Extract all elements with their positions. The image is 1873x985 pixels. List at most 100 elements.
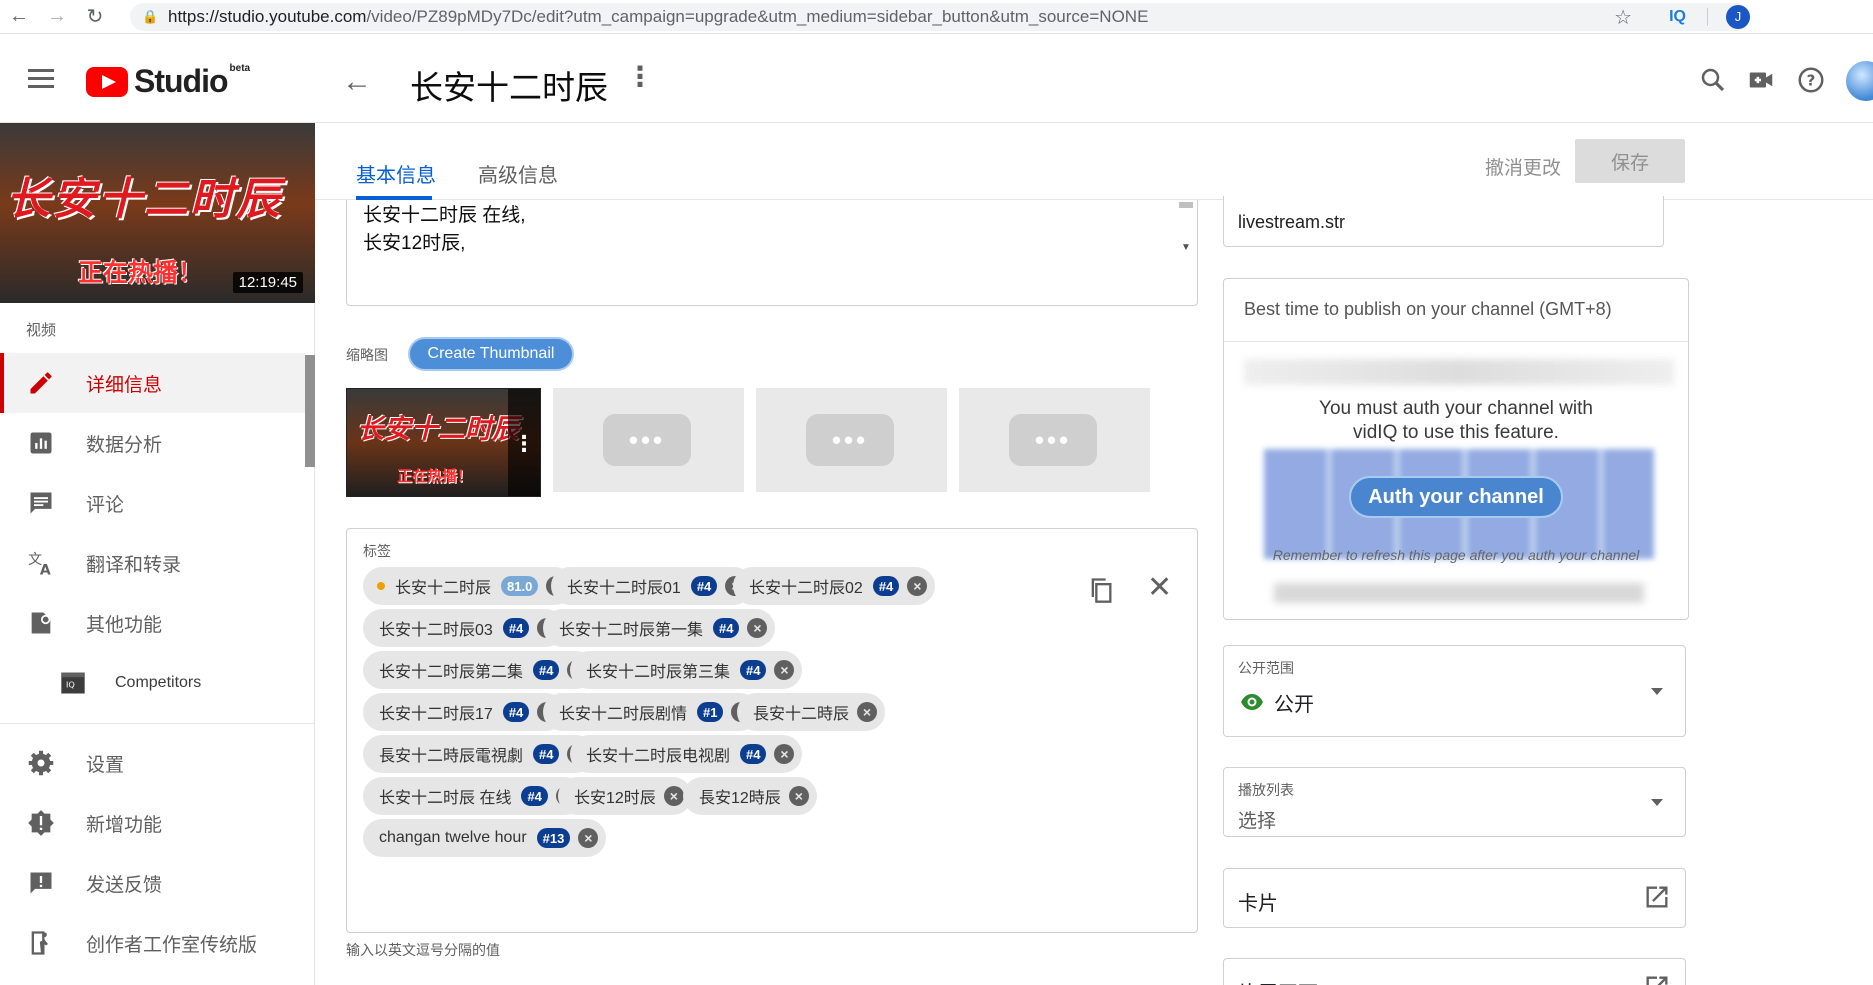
thumbnail-option[interactable]: ••• — [756, 388, 947, 492]
eye-icon — [1240, 690, 1264, 714]
dropdown-caret-icon — [1651, 688, 1663, 695]
svg-text:?: ? — [1807, 72, 1816, 90]
playlist-select[interactable]: 播放列表 选择 — [1223, 767, 1686, 837]
tag-chip[interactable]: 长安十二时辰81.0× — [363, 567, 575, 605]
sidebar-item-competitors[interactable]: IQ Competitors — [0, 653, 305, 713]
remove-tag-icon[interactable]: × — [663, 786, 684, 806]
cards-row[interactable]: 卡片 — [1223, 868, 1686, 928]
profile-avatar[interactable]: J — [1726, 4, 1750, 29]
save-button[interactable]: 保存 — [1575, 139, 1685, 183]
classic-studio-icon — [26, 928, 56, 958]
reload-icon[interactable]: ↻ — [76, 0, 114, 34]
description-scrollbar[interactable]: ▼ — [1179, 200, 1193, 260]
remove-tag-icon[interactable]: × — [907, 576, 928, 596]
tag-chip[interactable]: 长安十二时辰02 #4 × — [733, 567, 936, 605]
sidebar-item-extras[interactable]: 其他功能 — [0, 593, 305, 653]
tab-basic-info[interactable]: 基本信息 — [356, 159, 436, 188]
tag-chip[interactable]: 长安12时辰 × — [558, 777, 692, 815]
video-thumbnail[interactable]: 长安十二时辰 正在热播！ 12:19:45 — [0, 123, 315, 303]
description-textarea[interactable]: 长安十二时辰 在线, 长安12时辰, ▼ — [346, 200, 1198, 306]
back-arrow-icon[interactable]: ← — [342, 65, 372, 99]
tag-chip[interactable]: 长安十二时辰第三集 #4 × — [570, 651, 803, 689]
bookmark-star-icon[interactable]: ☆ — [1614, 5, 1632, 30]
tag-text: 长安十二时辰第一集 — [559, 622, 704, 639]
create-video-icon[interactable] — [1746, 65, 1776, 95]
tag-chip[interactable]: 长安十二时辰01#4× — [551, 567, 754, 605]
visibility-value: 公开 — [1274, 694, 1314, 716]
sidebar-item-details[interactable]: 详细信息 — [0, 353, 305, 413]
sidebar-item-label: 翻译和转录 — [86, 554, 182, 576]
tag-chip[interactable]: 长安十二时辰第二集#4× — [363, 651, 596, 689]
sidebar-item-label: 其他功能 — [86, 614, 163, 636]
channel-avatar[interactable] — [1846, 61, 1873, 101]
tags-input[interactable]: 标签 ✕ 长安十二时辰81.0×长安十二时辰01#4×长安十二时辰02#4×长安… — [346, 528, 1198, 933]
more-options-icon[interactable]: ⋮ — [626, 63, 654, 91]
copy-tags-icon[interactable] — [1087, 575, 1115, 605]
cards-label: 卡片 — [1238, 893, 1278, 915]
sidebar-item-comments[interactable]: 评论 — [0, 473, 305, 533]
sidebar-item-settings[interactable]: 设置 — [0, 733, 305, 793]
url-text: https://studio.youtube.com/video/PZ89pMD… — [168, 6, 1149, 26]
thumbnail-option[interactable]: ••• — [553, 388, 744, 492]
create-thumbnail-button[interactable]: Create Thumbnail — [408, 337, 574, 371]
sidebar-item-analytics[interactable]: 数据分析 — [0, 413, 305, 473]
tab-advanced[interactable]: 高级信息 — [478, 159, 558, 188]
sidebar-item-classic-studio[interactable]: 创作者工作室传统版 — [0, 913, 305, 973]
scroll-down-icon[interactable]: ▼ — [1181, 242, 1191, 253]
remove-tag-icon[interactable]: × — [578, 828, 599, 848]
thumbnail-options-icon[interactable]: ⋮ — [508, 389, 540, 496]
tag-chip[interactable]: 長安十二時辰電視劇#4× — [363, 735, 596, 773]
tag-chip[interactable]: 長安12時辰 × — [683, 777, 817, 815]
tag-chip[interactable]: 长安十二时辰03#4× — [363, 609, 566, 647]
tag-chip[interactable]: 长安十二时辰电视剧 #4 × — [570, 735, 803, 773]
forward-icon[interactable]: → — [38, 0, 76, 34]
tag-text: 長安十二時辰 — [753, 706, 850, 723]
livestream-value: livestream.str — [1238, 212, 1346, 232]
vidiq-extension-icon[interactable]: IQ — [1669, 8, 1686, 26]
end-screen-label: 片尾画面 — [1238, 977, 1318, 985]
help-icon[interactable]: ? — [1796, 65, 1826, 95]
menu-icon[interactable] — [28, 69, 54, 93]
scrollbar-thumb[interactable] — [1179, 202, 1193, 208]
remove-tag-icon[interactable]: × — [788, 786, 809, 806]
playlist-label: 播放列表 — [1238, 782, 1294, 798]
back-icon[interactable]: ← — [0, 0, 38, 34]
remove-tag-icon[interactable]: × — [747, 618, 768, 638]
sidebar-item-translations[interactable]: 文A 翻译和转录 — [0, 533, 305, 593]
tag-text: 长安十二时辰 在线 — [379, 790, 512, 807]
tag-chip[interactable]: 长安十二时辰 在线#4× — [363, 777, 584, 815]
youtube-studio-logo[interactable]: Studio beta — [86, 63, 250, 100]
tag-chip[interactable]: 长安十二时辰剧情#1× — [543, 693, 760, 731]
tag-chip[interactable]: 长安十二时辰17#4× — [363, 693, 566, 731]
tag-chip[interactable]: 长安十二时辰第一集 #4 × — [543, 609, 776, 647]
thumbnail-option[interactable]: ••• — [959, 388, 1150, 492]
thumbnail-option-selected[interactable]: 长安十二时辰 正在热播！ ⋮ — [346, 388, 541, 497]
best-time-title: Best time to publish on your channel (GM… — [1244, 299, 1612, 319]
sidebar-item-feedback[interactable]: 发送反馈 — [0, 853, 305, 913]
end-screen-row[interactable]: 片尾画面 — [1223, 958, 1686, 985]
tag-chip[interactable]: changan twelve hour #13 × — [363, 819, 607, 857]
livestream-field[interactable]: livestream.str — [1223, 196, 1664, 247]
loading-placeholder-icon: ••• — [1009, 414, 1097, 466]
open-external-icon[interactable] — [1643, 973, 1671, 985]
auth-message: You must auth your channel with — [1319, 398, 1593, 419]
auth-channel-button[interactable]: Auth your channel — [1349, 476, 1563, 518]
visibility-select[interactable]: 公开范围 公开 — [1223, 645, 1686, 737]
tag-rank-badge: #13 — [536, 828, 571, 848]
undo-changes-button[interactable]: 撤消更改 — [1485, 153, 1561, 180]
tag-rank-badge: #4 — [533, 744, 560, 764]
search-icon[interactable] — [1698, 65, 1728, 95]
tag-status-dot — [377, 582, 385, 590]
address-bar[interactable]: 🔒 https://studio.youtube.com/video/PZ89p… — [130, 2, 1750, 31]
tag-text: 长安十二时辰第三集 — [586, 664, 731, 681]
tag-chip[interactable]: 長安十二時辰 × — [737, 693, 886, 731]
sidebar-scrollbar[interactable] — [305, 355, 315, 467]
beta-badge: beta — [229, 63, 251, 74]
sidebar-item-whats-new[interactable]: 新增功能 — [0, 793, 305, 853]
remove-tag-icon[interactable]: × — [774, 660, 795, 680]
open-external-icon[interactable] — [1643, 883, 1671, 911]
clear-tags-icon[interactable]: ✕ — [1147, 573, 1172, 603]
remove-tag-icon[interactable]: × — [774, 744, 795, 764]
tag-rank-badge: #4 — [740, 660, 767, 680]
remove-tag-icon[interactable]: × — [857, 702, 878, 722]
